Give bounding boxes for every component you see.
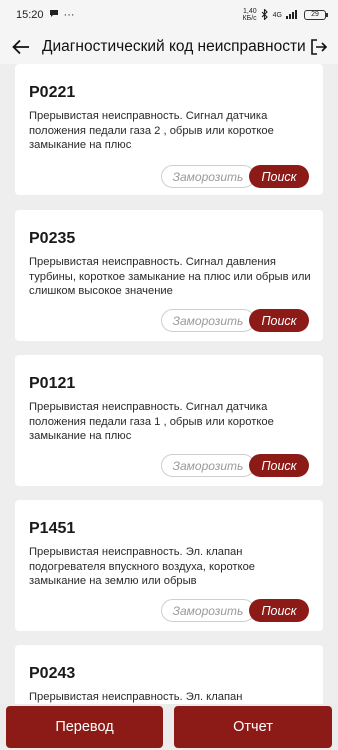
search-button[interactable]: Поиск xyxy=(249,454,309,477)
signal-icon xyxy=(286,9,300,21)
dtc-card: P0243 Прерывистая неисправность. Эл. кла… xyxy=(15,645,323,704)
battery-icon: 29 xyxy=(304,10,328,20)
message-icon xyxy=(49,9,59,21)
dtc-description: Прерывистая неисправность. Сигнал датчик… xyxy=(29,401,274,442)
search-button[interactable]: Поиск xyxy=(249,165,309,188)
back-arrow-icon[interactable] xyxy=(10,36,32,58)
net-speed: 1,40 КБ/с xyxy=(242,8,257,22)
status-overflow: ··· xyxy=(63,9,75,21)
dtc-description: Прерывистая неисправность. Эл. клапан по… xyxy=(29,546,256,587)
dtc-card: P0121 Прерывистая неисправность. Сигнал … xyxy=(15,355,323,486)
dtc-code: P1451 xyxy=(29,520,76,537)
search-button[interactable]: Поиск xyxy=(249,309,309,332)
report-button[interactable]: Отчет xyxy=(174,706,332,748)
freeze-button[interactable]: Заморозить xyxy=(161,454,255,477)
dtc-code: P0243 xyxy=(29,665,76,682)
freeze-button[interactable]: Заморозить xyxy=(161,599,255,622)
dtc-code: P0221 xyxy=(29,84,76,101)
bluetooth-icon xyxy=(261,7,269,22)
dtc-description: Прерывистая неисправность. Сигнал давлен… xyxy=(29,256,311,297)
dtc-card: P1451 Прерывистая неисправность. Эл. кла… xyxy=(15,500,323,631)
dtc-card: P0235 Прерывистая неисправность. Сигнал … xyxy=(15,210,323,341)
freeze-button[interactable]: Заморозить xyxy=(161,165,255,188)
dtc-code: P0235 xyxy=(29,230,76,247)
bottom-action-bar: Перевод Отчет xyxy=(0,704,338,750)
status-bar: 15:20 ··· 1,40 КБ/с 4G 29 xyxy=(0,0,338,30)
dtc-description: Прерывистая неисправность. Сигнал датчик… xyxy=(29,110,274,151)
translate-button[interactable]: Перевод xyxy=(6,706,163,748)
dtc-list[interactable]: P0221 Прерывистая неисправность. Сигнал … xyxy=(0,64,338,704)
dtc-card: P0221 Прерывистая неисправность. Сигнал … xyxy=(15,64,323,195)
signal-type: 4G xyxy=(272,11,282,19)
freeze-button[interactable]: Заморозить xyxy=(161,309,255,332)
status-time: 15:20 xyxy=(16,9,44,21)
app-bar: Диагностический код неисправности xyxy=(0,30,338,64)
page-title: Диагностический код неисправности xyxy=(42,38,306,55)
dtc-code: P0121 xyxy=(29,375,76,392)
search-button[interactable]: Поиск xyxy=(249,599,309,622)
dtc-description: Прерывистая неисправность. Эл. клапан xyxy=(29,691,243,703)
exit-icon[interactable] xyxy=(308,36,330,58)
